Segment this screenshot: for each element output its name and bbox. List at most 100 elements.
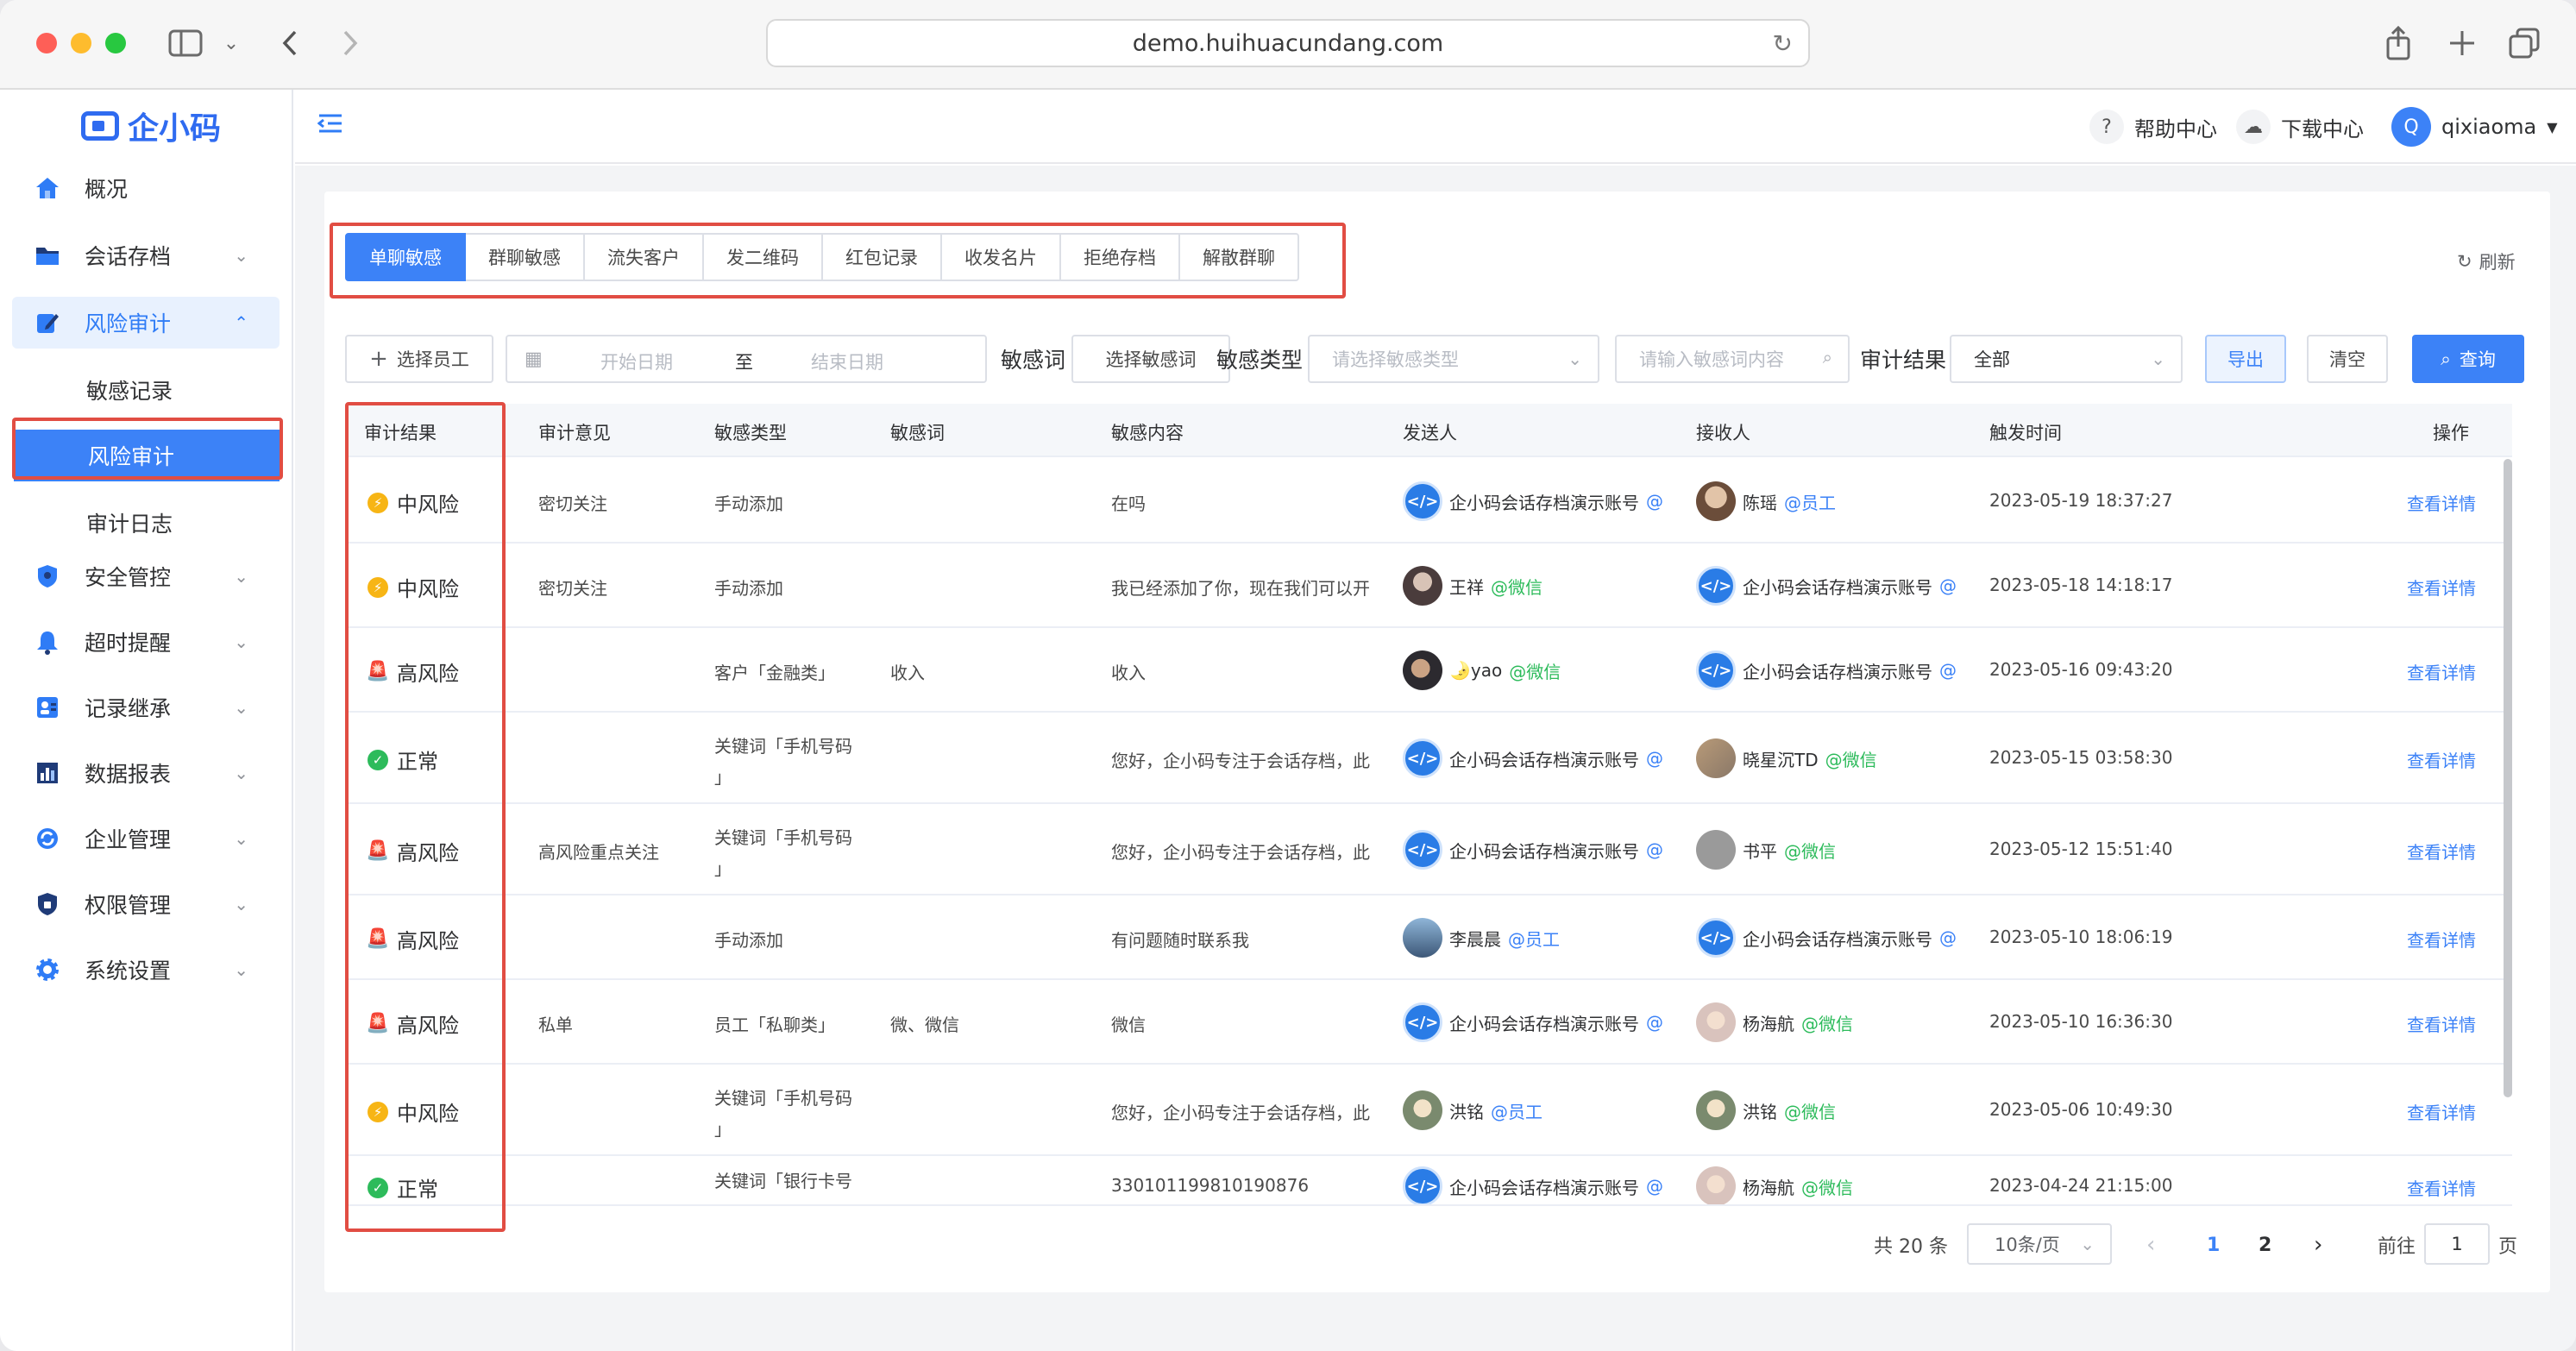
- view-details-link[interactable]: 查看详情: [2407, 1011, 2476, 1036]
- folder-icon: [35, 242, 60, 268]
- refresh-button[interactable]: ↻ 刷新: [2457, 248, 2516, 274]
- view-details-link[interactable]: 查看详情: [2407, 839, 2476, 864]
- sidebar-item-timeout-reminder[interactable]: 超时提醒 ⌄: [12, 616, 280, 668]
- sidebar-item-data-report[interactable]: 数据报表 ⌄: [12, 747, 280, 799]
- cell-sender: </> 企小码会话存档演示账号 @: [1403, 481, 1672, 521]
- cell-trigger-time: 2023-05-10 18:06:19: [1989, 927, 2173, 947]
- view-details-link[interactable]: 查看详情: [2407, 659, 2476, 684]
- sidebar-item-overview[interactable]: 概况: [12, 162, 280, 214]
- tab-private-chat-sensitive[interactable]: 单聊敏感: [345, 233, 466, 281]
- chevron-down-icon: ⌄: [1568, 349, 1582, 369]
- close-window-button[interactable]: [36, 33, 57, 53]
- sidebar-subitem-audit-log[interactable]: 审计日志: [12, 497, 280, 549]
- address-bar[interactable]: demo.huihuacundang.com ↻: [766, 19, 1810, 67]
- avatar: [1696, 481, 1736, 521]
- new-tab-icon[interactable]: [2445, 24, 2479, 62]
- page-number-2[interactable]: 2: [2259, 1225, 2271, 1265]
- sender-name: 企小码会话存档演示账号: [1449, 749, 1639, 770]
- select-employee-button[interactable]: + 选择员工: [345, 335, 493, 383]
- audit-table: 审计结果 审计意见 敏感类型 敏感词 敏感内容 发送人 接收人 触发时间 操作 …: [345, 404, 2512, 1206]
- tab-red-packet[interactable]: 红包记录: [823, 233, 942, 281]
- minimize-window-button[interactable]: [71, 33, 91, 53]
- tab-group-chat-sensitive[interactable]: 群聊敏感: [466, 233, 585, 281]
- app-logo[interactable]: 企小码: [81, 104, 221, 148]
- sidebar-item-permission-management[interactable]: 权限管理 ⌄: [12, 878, 280, 930]
- table-scrollbar[interactable]: [2504, 459, 2512, 1097]
- column-header: 接收人: [1696, 423, 1750, 443]
- page-size-select[interactable]: 10条/页 ⌄: [1967, 1223, 2112, 1265]
- receiver-name: 书平: [1743, 840, 1777, 862]
- view-details-link[interactable]: 查看详情: [2407, 1099, 2476, 1124]
- receiver-name: 洪铭: [1743, 1101, 1777, 1122]
- forward-icon[interactable]: [335, 24, 366, 62]
- view-details-link[interactable]: 查看详情: [2407, 575, 2476, 600]
- sensitive-content-input[interactable]: 请输入敏感词内容 ⌕: [1615, 335, 1850, 383]
- chevron-down-icon: ⌄: [2080, 1234, 2095, 1254]
- cell-sensitive-content: 收入: [1111, 663, 1146, 683]
- sidebar-toggle-icon[interactable]: [166, 24, 205, 62]
- tab-lost-customers[interactable]: 流失客户: [585, 233, 704, 281]
- receiver-tag: @微信: [1801, 1013, 1853, 1034]
- view-details-link[interactable]: 查看详情: [2407, 927, 2476, 952]
- sidebar-item-system-settings[interactable]: 系统设置 ⌄: [12, 944, 280, 996]
- sidebar-item-risk-audit-group[interactable]: 风险审计 ⌃: [12, 297, 280, 349]
- sidebar-subitem-sensitive-records[interactable]: 敏感记录: [12, 364, 280, 416]
- receiver-tag: @: [1939, 927, 1957, 948]
- logo-icon: [81, 111, 119, 141]
- receiver-tag: @: [1939, 575, 1957, 596]
- sender-tag: @微信: [1509, 661, 1561, 682]
- cell-trigger-time: 2023-05-16 09:43:20: [1989, 659, 2173, 680]
- share-icon[interactable]: [2381, 24, 2416, 62]
- sender-name: 🌛yao: [1449, 660, 1503, 681]
- download-center-link[interactable]: ☁ 下载中心: [2236, 107, 2364, 147]
- reload-icon[interactable]: ↻: [1773, 29, 1793, 58]
- sidebar-item-security-control[interactable]: 安全管控 ⌄: [12, 550, 280, 602]
- sidebar-item-record-inherit[interactable]: 记录继承 ⌄: [12, 682, 280, 733]
- tab-refuse-archive[interactable]: 拒绝存档: [1061, 233, 1180, 281]
- cell-sender: 洪铭 @员工: [1403, 1090, 1672, 1130]
- user-menu[interactable]: Q qixiaoma ▼: [2391, 107, 2558, 147]
- export-button[interactable]: 导出: [2205, 335, 2286, 383]
- view-details-link[interactable]: 查看详情: [2407, 490, 2476, 515]
- alarm-icon: 🚨: [366, 1013, 390, 1034]
- next-page-button[interactable]: ›: [2314, 1225, 2322, 1265]
- view-details-link[interactable]: 查看详情: [2407, 1175, 2476, 1200]
- chevron-down-icon[interactable]: ⌄: [221, 24, 242, 62]
- sidebar-item-label: 超时提醒: [85, 631, 172, 656]
- view-details-link[interactable]: 查看详情: [2407, 747, 2476, 772]
- back-icon[interactable]: [274, 24, 305, 62]
- prev-page-button[interactable]: ‹: [2146, 1225, 2155, 1265]
- date-range-picker[interactable]: ▦ 开始日期 至 结束日期: [506, 335, 987, 383]
- page-number-1[interactable]: 1: [2207, 1225, 2220, 1265]
- app-logo-avatar: </>: [1696, 650, 1736, 690]
- sidebar-item-enterprise-management[interactable]: 企业管理 ⌄: [12, 813, 280, 864]
- sidebar-subitem-risk-audit[interactable]: 风险审计: [14, 430, 280, 481]
- cell-receiver: </> 企小码会话存档演示账号 @: [1696, 918, 1965, 958]
- search-button[interactable]: ⌕ 查询: [2412, 335, 2524, 383]
- menu-fold-icon[interactable]: [317, 112, 343, 138]
- tab-business-card[interactable]: 收发名片: [942, 233, 1061, 281]
- select-sensitive-word-button[interactable]: 选择敏感词: [1071, 335, 1230, 383]
- maximize-window-button[interactable]: [105, 33, 126, 53]
- sidebar-subitem-label: 审计日志: [86, 512, 173, 537]
- table-row: 🚨 高风险 私单 员工「私聊类」 微、微信 微信 </> 企小码会话存档演示账号…: [345, 980, 2512, 1065]
- goto-page-input[interactable]: 1: [2424, 1223, 2490, 1265]
- sidebar-item-chat-archive[interactable]: 会话存档 ⌄: [12, 229, 280, 281]
- sensitive-type-select[interactable]: 请选择敏感类型 ⌄: [1308, 335, 1599, 383]
- pagination-total: 共 20 条: [1874, 1236, 1948, 1258]
- page-size-value: 10条/页: [1995, 1235, 2060, 1255]
- help-center-link[interactable]: ? 帮助中心: [2089, 107, 2217, 147]
- table-row: 🚨 高风险 高风险重点关注 关键词「手机号码 」 您好，企小码专注于会话存档，此…: [345, 804, 2512, 895]
- select-employee-label: 选择员工: [396, 349, 469, 370]
- cell-sensitive-type-cont: 」: [714, 858, 732, 879]
- caret-down-icon: ▼: [2547, 118, 2558, 135]
- audit-result-select[interactable]: 全部 ⌄: [1950, 335, 2183, 383]
- tab-dissolve-group[interactable]: 解散群聊: [1180, 233, 1299, 281]
- alarm-icon: 🚨: [366, 661, 390, 682]
- sidebar-item-label: 系统设置: [85, 958, 172, 983]
- tab-send-qrcode[interactable]: 发二维码: [704, 233, 823, 281]
- tab-overview-icon[interactable]: [2507, 24, 2541, 62]
- cell-sensitive-content: 我已经添加了你，现在我们可以开: [1111, 578, 1370, 599]
- app-header: ? 帮助中心 ☁ 下载中心 Q qixiaoma ▼: [295, 90, 2576, 164]
- clear-button[interactable]: 清空: [2307, 335, 2388, 383]
